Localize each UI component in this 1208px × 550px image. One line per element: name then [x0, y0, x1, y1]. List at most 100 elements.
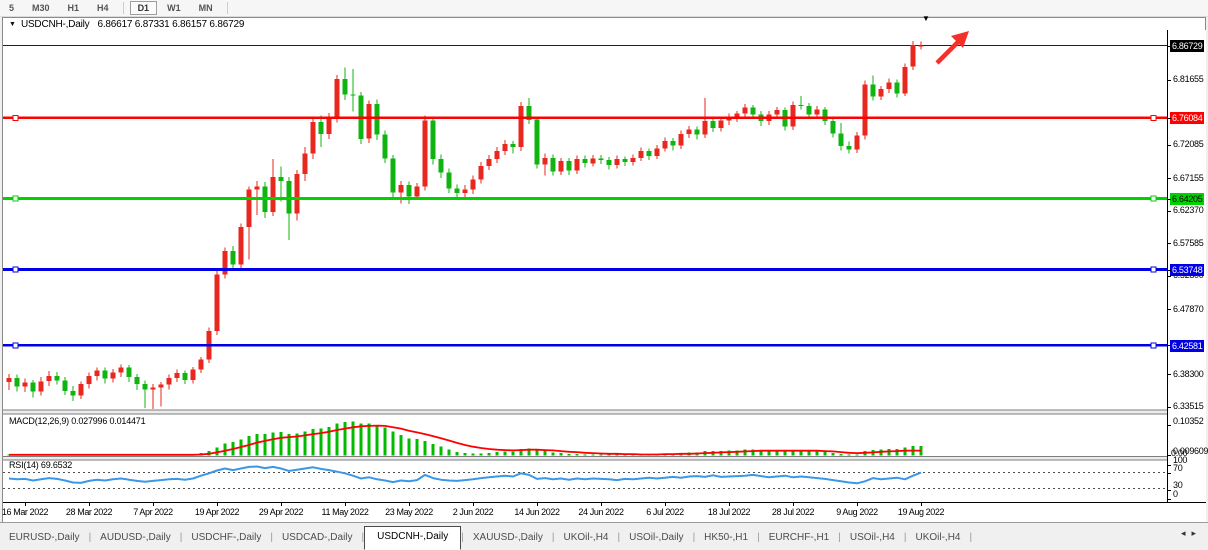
price-marker-label: 6.86729: [1170, 40, 1204, 52]
time-axis-tick: [665, 503, 666, 506]
price-axis-label: 6.62370: [1173, 205, 1203, 215]
axis-tick: [1167, 465, 1171, 466]
axis-tick: [1167, 473, 1171, 474]
time-axis[interactable]: 16 Mar 202228 Mar 20227 Apr 202219 Apr 2…: [3, 502, 1206, 522]
time-axis-tick: [153, 503, 154, 506]
timeframe-toolbar: 5M30H1H4 D1W1MN: [0, 0, 1208, 17]
time-axis-label: 11 May 2022: [310, 507, 380, 517]
time-axis-label: 19 Apr 2022: [182, 507, 252, 517]
price-axis-label: 6.57585: [1173, 238, 1203, 248]
tab-scroll-arrows: ◂▸: [1181, 528, 1202, 539]
price-axis-label: 6.67155: [1173, 173, 1203, 183]
rsi-axis-label: 0: [1173, 489, 1178, 499]
last-bar-marker-icon: ▼: [922, 15, 930, 23]
time-axis-tick: [217, 503, 218, 506]
collapse-chart-icon[interactable]: ▼: [9, 21, 16, 28]
time-axis-label: 14 Jun 2022: [502, 507, 572, 517]
axis-tick: [1167, 270, 1171, 271]
time-axis-label: 23 May 2022: [374, 507, 444, 517]
tab-hk50-h1[interactable]: HK50-,H1: [695, 528, 757, 549]
period-button-MN[interactable]: MN: [191, 1, 221, 15]
macd-axis-label: 0.10352: [1173, 416, 1203, 426]
axis-tick: [1167, 178, 1171, 179]
price-axis-label: 6.72085: [1173, 139, 1203, 149]
period-button-5[interactable]: 5: [1, 1, 22, 15]
tab-usoil-daily[interactable]: USOil-,Daily: [620, 528, 692, 549]
axis-tick: [1167, 309, 1171, 310]
period-button-M30[interactable]: M30: [24, 1, 58, 15]
price-axis-label: 6.47870: [1173, 304, 1203, 314]
period-button-D1[interactable]: D1: [130, 1, 158, 15]
axis-tick: [1167, 407, 1171, 408]
price-axis-label: 6.38300: [1173, 369, 1203, 379]
price-marker-label: 6.42581: [1170, 340, 1204, 352]
price-marker-label: 6.64205: [1170, 193, 1204, 205]
time-axis-label: 7 Apr 2022: [118, 507, 188, 517]
time-axis-tick: [921, 503, 922, 506]
time-axis-tick: [537, 503, 538, 506]
tab-usdchf-daily[interactable]: USDCHF-,Daily: [182, 528, 270, 549]
time-axis-tick: [601, 503, 602, 506]
time-axis-label: 29 Apr 2022: [246, 507, 316, 517]
tab-eurusd-daily[interactable]: EURUSD-,Daily: [0, 528, 89, 549]
axis-tick: [1167, 425, 1171, 426]
axis-tick: [1167, 345, 1171, 346]
axis-tick: [1167, 374, 1171, 375]
period-button-H1[interactable]: H1: [60, 1, 88, 15]
tab-ukoil-h4[interactable]: UKOil-,H4: [906, 528, 969, 549]
tab-usdcad-daily[interactable]: USDCAD-,Daily: [273, 528, 362, 549]
axis-tick: [1167, 211, 1171, 212]
tab-separator: |: [970, 528, 973, 549]
axis-tick: [1167, 118, 1171, 119]
toolbar-separator: [123, 2, 124, 14]
axis-tick: [1167, 455, 1171, 456]
time-axis-tick: [409, 503, 410, 506]
axis-tick: [1167, 199, 1171, 200]
price-axis-label: 6.81655: [1173, 74, 1203, 84]
axis-tick: [1167, 46, 1171, 47]
chart-canvas[interactable]: [3, 30, 1167, 502]
tab-usoil-h4[interactable]: USOil-,H4: [841, 528, 904, 549]
chart-tab-bar: EURUSD-,Daily|AUDUSD-,Daily|USDCHF-,Dail…: [0, 522, 1208, 549]
time-axis-tick: [793, 503, 794, 506]
axis-tick: [1167, 499, 1171, 500]
time-axis-label: 16 Mar 2022: [0, 507, 60, 517]
time-axis-label: 19 Aug 2022: [886, 507, 956, 517]
tab-eurchf-h1[interactable]: EURCHF-,H1: [760, 528, 839, 549]
axis-tick: [1167, 80, 1171, 81]
tab-scroll-right-icon[interactable]: ▸: [1191, 528, 1202, 538]
time-axis-label: 24 Jun 2022: [566, 507, 636, 517]
period-button-H4[interactable]: H4: [89, 1, 117, 15]
price-marker-label: 6.76084: [1170, 112, 1204, 124]
time-axis-tick: [857, 503, 858, 506]
time-axis-label: 28 Mar 2022: [54, 507, 124, 517]
time-axis-tick: [345, 503, 346, 506]
toolbar-separator: [227, 2, 228, 14]
tab-ukoil-h4[interactable]: UKOil-,H4: [554, 528, 617, 549]
axis-tick: [1167, 276, 1171, 277]
time-axis-label: 2 Jun 2022: [438, 507, 508, 517]
tab-xauusd-daily[interactable]: XAUUSD-,Daily: [464, 528, 552, 549]
rsi-indicator-label: RSI(14) 69.6532: [9, 460, 72, 470]
axis-tick: [1167, 243, 1171, 244]
tab-usdcnh-daily[interactable]: USDCNH-,Daily: [364, 526, 461, 550]
axis-tick: [1167, 490, 1171, 491]
macd-indicator-label: MACD(12,26,9) 0.027996 0.014471: [9, 416, 145, 426]
axis-tick: [1167, 145, 1171, 146]
time-axis-tick: [281, 503, 282, 506]
time-axis-label: 6 Jul 2022: [630, 507, 700, 517]
tab-scroll-left-icon[interactable]: ◂: [1181, 528, 1192, 538]
price-marker-label: 6.53748: [1170, 264, 1204, 276]
time-axis-tick: [25, 503, 26, 506]
time-axis-tick: [729, 503, 730, 506]
time-axis-label: 9 Aug 2022: [822, 507, 892, 517]
price-axis-label: 6.33515: [1173, 401, 1203, 411]
price-axis[interactable]: 6.816556.720856.671556.623706.575856.528…: [1168, 30, 1206, 502]
rsi-axis-label: 70: [1173, 463, 1182, 473]
time-axis-tick: [473, 503, 474, 506]
chart-ohlc-values: 6.86617 6.87331 6.86157 6.86729: [97, 19, 244, 30]
time-axis-label: 18 Jul 2022: [694, 507, 764, 517]
period-button-W1[interactable]: W1: [159, 1, 189, 15]
tab-audusd-daily[interactable]: AUDUSD-,Daily: [91, 528, 180, 549]
time-axis-tick: [89, 503, 90, 506]
